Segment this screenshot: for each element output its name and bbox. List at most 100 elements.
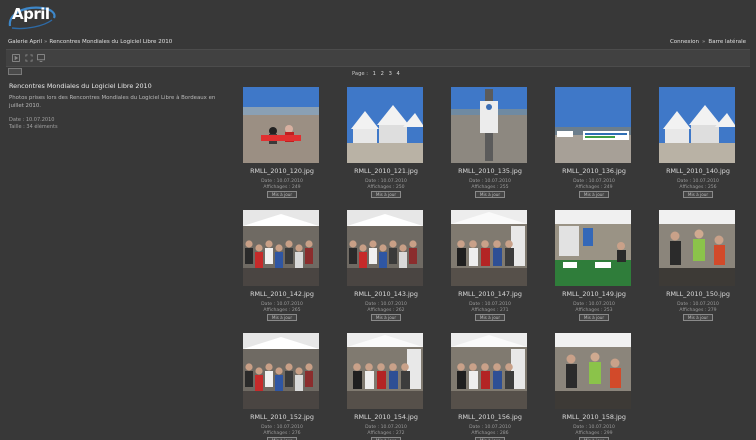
thumbnail-image[interactable] — [347, 87, 423, 163]
thumbnail-views: Affichages : 299 — [575, 431, 613, 436]
thumbnail-item[interactable]: RMLL_2010_158.jpg Date : 10.07.2010 Affich… — [542, 333, 646, 440]
divider — [6, 66, 750, 67]
thumbnail-item[interactable]: RMLL_2010_154.jpg Date : 10.07.2010 Affich… — [334, 333, 438, 440]
thumbnail-item[interactable]: RMLL_2010_120.jpg Date : 10.07.2010 Affich… — [230, 87, 334, 209]
thumbnail-filename[interactable]: RMLL_2010_142.jpg — [230, 290, 334, 298]
thumbnail-filename[interactable]: RMLL_2010_158.jpg — [542, 413, 646, 421]
thumbnail-action-button[interactable]: Mis à jour — [267, 191, 297, 198]
thumbnail-date: Date : 10.07.2010 — [677, 302, 719, 307]
thumbnail-item[interactable]: RMLL_2010_150.jpg Date : 10.07.2010 Affich… — [646, 210, 750, 332]
thumbnail-date: Date : 10.07.2010 — [469, 302, 511, 307]
thumbnail-item[interactable]: RMLL_2010_147.jpg Date : 10.07.2010 Affich… — [438, 210, 542, 332]
thumbnail-item[interactable]: RMLL_2010_152.jpg Date : 10.07.2010 Affich… — [230, 333, 334, 440]
thumbnail-item[interactable]: RMLL_2010_121.jpg Date : 10.07.2010 Affich… — [334, 87, 438, 209]
thumbnail-image[interactable] — [659, 87, 735, 163]
thumbnail-date: Date : 10.07.2010 — [469, 179, 511, 184]
thumbnail-date: Date : 10.07.2010 — [261, 179, 303, 184]
thumbnail-action-button[interactable]: Mis à jour — [371, 191, 401, 198]
fullscreen-icon[interactable] — [25, 54, 33, 62]
thumbnail-action-button[interactable]: Mis à jour — [579, 314, 609, 321]
user-links-separator: » — [702, 39, 706, 45]
thumbnail-action-button[interactable]: Mis à jour — [267, 314, 297, 321]
thumbnail-item[interactable]: RMLL_2010_142.jpg Date : 10.07.2010 Affich… — [230, 210, 334, 332]
thumbnail-date: Date : 10.07.2010 — [573, 179, 615, 184]
thumbnail-action-button[interactable]: Mis à jour — [371, 314, 401, 321]
breadcrumb: Galerie April» Rencontres Mondiales du Lo… — [8, 39, 172, 45]
pagination: Page : 1 2 3 4 — [352, 71, 400, 77]
thumbnail-image[interactable] — [243, 210, 319, 286]
thumbnail-filename[interactable]: RMLL_2010_140.jpg — [646, 167, 750, 175]
album-description: Photos prises lors des Rencontres Mondia… — [9, 95, 216, 109]
thumbnail-views: Affichages : 272 — [367, 431, 405, 436]
thumbnail-filename[interactable]: RMLL_2010_136.jpg — [542, 167, 646, 175]
toolbar — [6, 50, 750, 66]
thumbnail-views: Affichages : 276 — [263, 431, 301, 436]
thumbnail-filename[interactable]: RMLL_2010_150.jpg — [646, 290, 750, 298]
thumbnail-action-button[interactable]: Mis à jour — [683, 191, 713, 198]
album-date: Date : 10.07.2010 — [9, 117, 55, 123]
thumbnail-item[interactable]: RMLL_2010_136.jpg Date : 10.07.2010 Affich… — [542, 87, 646, 209]
thumbnail-date: Date : 10.07.2010 — [365, 179, 407, 184]
thumbnail-date: Date : 10.07.2010 — [261, 425, 303, 430]
thumbnail-image[interactable] — [555, 333, 631, 409]
thumbnail-filename[interactable]: RMLL_2010_154.jpg — [334, 413, 438, 421]
thumbnail-action-button[interactable]: Mis à jour — [579, 191, 609, 198]
thumbnail-views: Affichages : 286 — [471, 431, 509, 436]
album-size: Taille : 34 éléments — [9, 124, 58, 130]
thumbnail-date: Date : 10.07.2010 — [365, 425, 407, 430]
thumbnail-filename[interactable]: RMLL_2010_149.jpg — [542, 290, 646, 298]
thumbnail-item[interactable]: RMLL_2010_156.jpg Date : 10.07.2010 Affich… — [438, 333, 542, 440]
user-links: Connexion» Barre latérale — [670, 39, 746, 45]
collapse-panel-button[interactable] — [8, 68, 22, 75]
thumbnail-action-button[interactable]: Mis à jour — [683, 314, 713, 321]
thumbnail-image[interactable] — [451, 87, 527, 163]
thumbnail-action-button[interactable]: Mis à jour — [475, 191, 505, 198]
breadcrumb-separator: » — [44, 39, 48, 45]
thumbnail-image[interactable] — [555, 87, 631, 163]
thumbnail-views: Affichages : 249 — [263, 185, 301, 190]
thumbnail-filename[interactable]: RMLL_2010_156.jpg — [438, 413, 542, 421]
breadcrumb-current: Rencontres Mondiales du Logiciel Libre 2… — [49, 39, 173, 45]
thumbnail-date: Date : 10.07.2010 — [573, 302, 615, 307]
monitor-icon[interactable] — [37, 54, 45, 62]
thumbnail-image[interactable] — [243, 333, 319, 409]
thumbnail-image[interactable] — [243, 87, 319, 163]
thumbnail-image[interactable] — [451, 210, 527, 286]
breadcrumb-home-link[interactable]: Galerie April — [8, 39, 42, 45]
login-link[interactable]: Connexion — [670, 39, 699, 45]
thumbnail-item[interactable]: RMLL_2010_143.jpg Date : 10.07.2010 Affich… — [334, 210, 438, 332]
sidebar-toggle-link[interactable]: Barre latérale — [708, 39, 746, 45]
thumbnail-date: Date : 10.07.2010 — [469, 425, 511, 430]
thumbnail-filename[interactable]: RMLL_2010_135.jpg — [438, 167, 542, 175]
page-link-3[interactable]: 3 — [389, 71, 392, 77]
page-link-4[interactable]: 4 — [397, 71, 400, 77]
thumbnail-views: Affichages : 255 — [471, 185, 509, 190]
thumbnail-filename[interactable]: RMLL_2010_143.jpg — [334, 290, 438, 298]
thumbnail-item[interactable]: RMLL_2010_149.jpg Date : 10.07.2010 Affich… — [542, 210, 646, 332]
thumbnail-image[interactable] — [555, 210, 631, 286]
thumbnail-views: Affichages : 256 — [679, 185, 717, 190]
thumbnail-date: Date : 10.07.2010 — [365, 302, 407, 307]
thumbnail-filename[interactable]: RMLL_2010_147.jpg — [438, 290, 542, 298]
thumbnail-views: Affichages : 253 — [575, 308, 613, 313]
thumbnail-image[interactable] — [347, 333, 423, 409]
thumbnail-date: Date : 10.07.2010 — [573, 425, 615, 430]
thumbnail-filename[interactable]: RMLL_2010_121.jpg — [334, 167, 438, 175]
thumbnail-item[interactable]: RMLL_2010_140.jpg Date : 10.07.2010 Affich… — [646, 87, 750, 209]
thumbnail-image[interactable] — [659, 210, 735, 286]
thumbnail-image[interactable] — [347, 210, 423, 286]
header-bar: April — [0, 0, 756, 36]
page-link-1[interactable]: 1 — [373, 71, 376, 77]
thumbnail-image[interactable] — [451, 333, 527, 409]
thumbnail-filename[interactable]: RMLL_2010_120.jpg — [230, 167, 334, 175]
thumbnail-views: Affichages : 265 — [263, 308, 301, 313]
thumbnail-date: Date : 10.07.2010 — [677, 179, 719, 184]
slideshow-icon[interactable] — [12, 54, 20, 62]
thumbnail-filename[interactable]: RMLL_2010_152.jpg — [230, 413, 334, 421]
thumbnail-item[interactable]: RMLL_2010_135.jpg Date : 10.07.2010 Affich… — [438, 87, 542, 209]
thumbnail-date: Date : 10.07.2010 — [261, 302, 303, 307]
thumbnail-action-button[interactable]: Mis à jour — [475, 314, 505, 321]
page-link-2[interactable]: 2 — [381, 71, 384, 77]
april-logo[interactable]: April — [6, 4, 58, 30]
logo-text: April — [12, 5, 50, 23]
